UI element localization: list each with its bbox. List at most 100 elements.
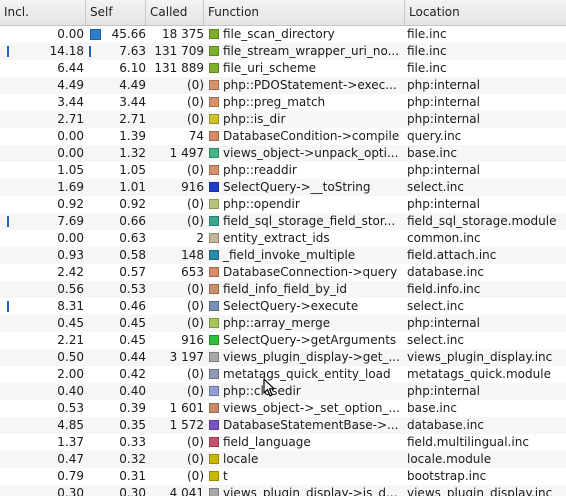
called-count: 3 197 bbox=[169, 350, 204, 364]
location-value: file.inc bbox=[407, 44, 447, 58]
called-count: (0) bbox=[187, 316, 204, 330]
column-header-location[interactable]: Location bbox=[405, 0, 566, 25]
called-count: (0) bbox=[187, 163, 204, 177]
table-row[interactable]: 0.40 0.40 (0) php::closedir php:internal bbox=[0, 383, 566, 400]
function-cell: field_language bbox=[205, 434, 403, 451]
location-value: php:internal bbox=[407, 197, 480, 211]
function-cell: php::readdir bbox=[205, 162, 403, 179]
called-count: (0) bbox=[187, 78, 204, 92]
incl-value: 0.40 bbox=[57, 384, 84, 398]
table-row[interactable]: 0.47 0.32 (0) locale locale.module bbox=[0, 451, 566, 468]
column-header-self[interactable]: Self bbox=[86, 0, 146, 25]
table-row[interactable]: 0.00 1.32 1 497 views_object->unpack_opti..… bbox=[0, 145, 566, 162]
incl-value: 2.71 bbox=[57, 112, 84, 126]
incl-value: 0.56 bbox=[57, 282, 84, 296]
called-count: (0) bbox=[187, 469, 204, 483]
table-row[interactable]: 8.31 0.46 (0) SelectQuery->execute select.in… bbox=[0, 298, 566, 315]
function-name: views_plugin_display->get_... bbox=[223, 350, 400, 364]
self-value: 0.40 bbox=[119, 384, 146, 398]
column-header-called[interactable]: Called bbox=[146, 0, 204, 25]
table-row[interactable]: 2.00 0.42 (0) metatags_quick_entity_load met… bbox=[0, 366, 566, 383]
table-row[interactable]: 4.49 4.49 (0) php::PDOStatement->exec... php… bbox=[0, 77, 566, 94]
location-value: php:internal bbox=[407, 384, 480, 398]
location-value: base.inc bbox=[407, 401, 457, 415]
location-value: views_plugin_display.inc bbox=[407, 350, 553, 364]
incl-cost-bar bbox=[7, 46, 9, 57]
incl-value: 0.47 bbox=[57, 452, 84, 466]
called-count: (0) bbox=[187, 112, 204, 126]
self-value: 6.10 bbox=[119, 61, 146, 75]
table-row[interactable]: 2.71 2.71 (0) php::is_dir php:internal bbox=[0, 111, 566, 128]
table-row[interactable]: 1.05 1.05 (0) php::readdir php:internal bbox=[0, 162, 566, 179]
location-value: field.attach.inc bbox=[407, 248, 497, 262]
self-value: 0.39 bbox=[119, 401, 146, 415]
self-value: 0.58 bbox=[119, 248, 146, 262]
table-row[interactable]: 2.42 0.57 653 DatabaseConnection->query data… bbox=[0, 264, 566, 281]
color-swatch-icon bbox=[209, 318, 219, 328]
self-value: 0.44 bbox=[119, 350, 146, 364]
table-row[interactable]: 1.37 0.33 (0) field_language field.multiling… bbox=[0, 434, 566, 451]
table-row[interactable]: 14.18 7.63 131 709 file_stream_wrapper_uri_… bbox=[0, 43, 566, 60]
self-cost-bar bbox=[90, 29, 101, 40]
incl-value: 0.00 bbox=[57, 231, 84, 245]
called-count: 2 bbox=[196, 231, 204, 245]
called-count: (0) bbox=[187, 197, 204, 211]
self-value: 0.30 bbox=[119, 486, 146, 496]
table-row[interactable]: 4.85 0.35 1 572 DatabaseStatementBase->... d… bbox=[0, 417, 566, 434]
function-cell: entity_extract_ids bbox=[205, 230, 403, 247]
function-name: field_sql_storage_field_stor... bbox=[223, 214, 396, 228]
called-count: (0) bbox=[187, 214, 204, 228]
table-row[interactable]: 2.21 0.45 916 SelectQuery->getArguments sele… bbox=[0, 332, 566, 349]
column-header-function[interactable]: Function bbox=[204, 0, 405, 25]
color-swatch-icon bbox=[209, 488, 219, 496]
function-name: file_stream_wrapper_uri_no... bbox=[223, 44, 400, 58]
mouse-pointer-icon bbox=[263, 378, 275, 397]
function-name: php::PDOStatement->exec... bbox=[223, 78, 397, 92]
table-row[interactable]: 0.53 0.39 1 601 views_object->_set_option_.… bbox=[0, 400, 566, 417]
self-cost-bar bbox=[89, 46, 91, 57]
called-count: 131 709 bbox=[154, 44, 204, 58]
table-row[interactable]: 0.56 0.53 (0) field_info_field_by_id field.i… bbox=[0, 281, 566, 298]
function-name: php::array_merge bbox=[223, 316, 331, 330]
self-value: 0.46 bbox=[119, 299, 146, 313]
location-value: select.inc bbox=[407, 299, 465, 313]
function-cell: views_object->unpack_opti... bbox=[205, 145, 403, 162]
table-row[interactable]: 0.30 0.30 4 041 views_plugin_display->is_d.… bbox=[0, 485, 566, 496]
function-cell: views_object->_set_option_... bbox=[205, 400, 403, 417]
table-row[interactable]: 3.44 3.44 (0) php::preg_match php:internal bbox=[0, 94, 566, 111]
table-row[interactable]: 0.50 0.44 3 197 views_plugin_display->get_.… bbox=[0, 349, 566, 366]
table-row[interactable]: 7.69 0.66 (0) field_sql_storage_field_stor.… bbox=[0, 213, 566, 230]
function-name: field_info_field_by_id bbox=[223, 282, 347, 296]
function-cell: php::PDOStatement->exec... bbox=[205, 77, 403, 94]
color-swatch-icon bbox=[209, 403, 219, 413]
incl-value: 0.50 bbox=[57, 350, 84, 364]
incl-value: 0.00 bbox=[57, 27, 84, 41]
incl-value: 6.44 bbox=[57, 61, 84, 75]
function-name: entity_extract_ids bbox=[223, 231, 330, 245]
table-row[interactable]: 0.00 0.63 2 entity_extract_ids common.inc bbox=[0, 230, 566, 247]
table-row[interactable]: 0.00 45.66 18 375 file_scan_directory file.i… bbox=[0, 26, 566, 43]
function-name: DatabaseCondition->compile bbox=[223, 129, 400, 143]
color-swatch-icon bbox=[209, 471, 219, 481]
self-value: 0.57 bbox=[119, 265, 146, 279]
incl-value: 8.31 bbox=[57, 299, 84, 313]
function-list[interactable]: 0.00 45.66 18 375 file_scan_directory file.i… bbox=[0, 26, 566, 496]
color-swatch-icon bbox=[209, 148, 219, 158]
function-cell: file_stream_wrapper_uri_no... bbox=[205, 43, 403, 60]
function-cell: t bbox=[205, 468, 403, 485]
self-value: 3.44 bbox=[119, 95, 146, 109]
table-row[interactable]: 0.93 0.58 148 _field_invoke_multiple field.a… bbox=[0, 247, 566, 264]
self-value: 0.92 bbox=[119, 197, 146, 211]
self-value: 0.45 bbox=[119, 333, 146, 347]
incl-value: 7.69 bbox=[57, 214, 84, 228]
table-row[interactable]: 1.69 1.01 916 SelectQuery->__toString select… bbox=[0, 179, 566, 196]
table-row[interactable]: 0.92 0.92 (0) php::opendir php:internal bbox=[0, 196, 566, 213]
table-row[interactable]: 0.00 1.39 74 DatabaseCondition->compile quer… bbox=[0, 128, 566, 145]
incl-value: 0.30 bbox=[57, 486, 84, 496]
called-count: 148 bbox=[181, 248, 204, 262]
table-row[interactable]: 0.45 0.45 (0) php::array_merge php:internal bbox=[0, 315, 566, 332]
table-row[interactable]: 6.44 6.10 131 889 file_uri_scheme file.inc bbox=[0, 60, 566, 77]
location-value: select.inc bbox=[407, 180, 465, 194]
column-header-incl[interactable]: Incl. bbox=[0, 0, 86, 25]
table-row[interactable]: 0.79 0.31 (0) t bootstrap.inc bbox=[0, 468, 566, 485]
